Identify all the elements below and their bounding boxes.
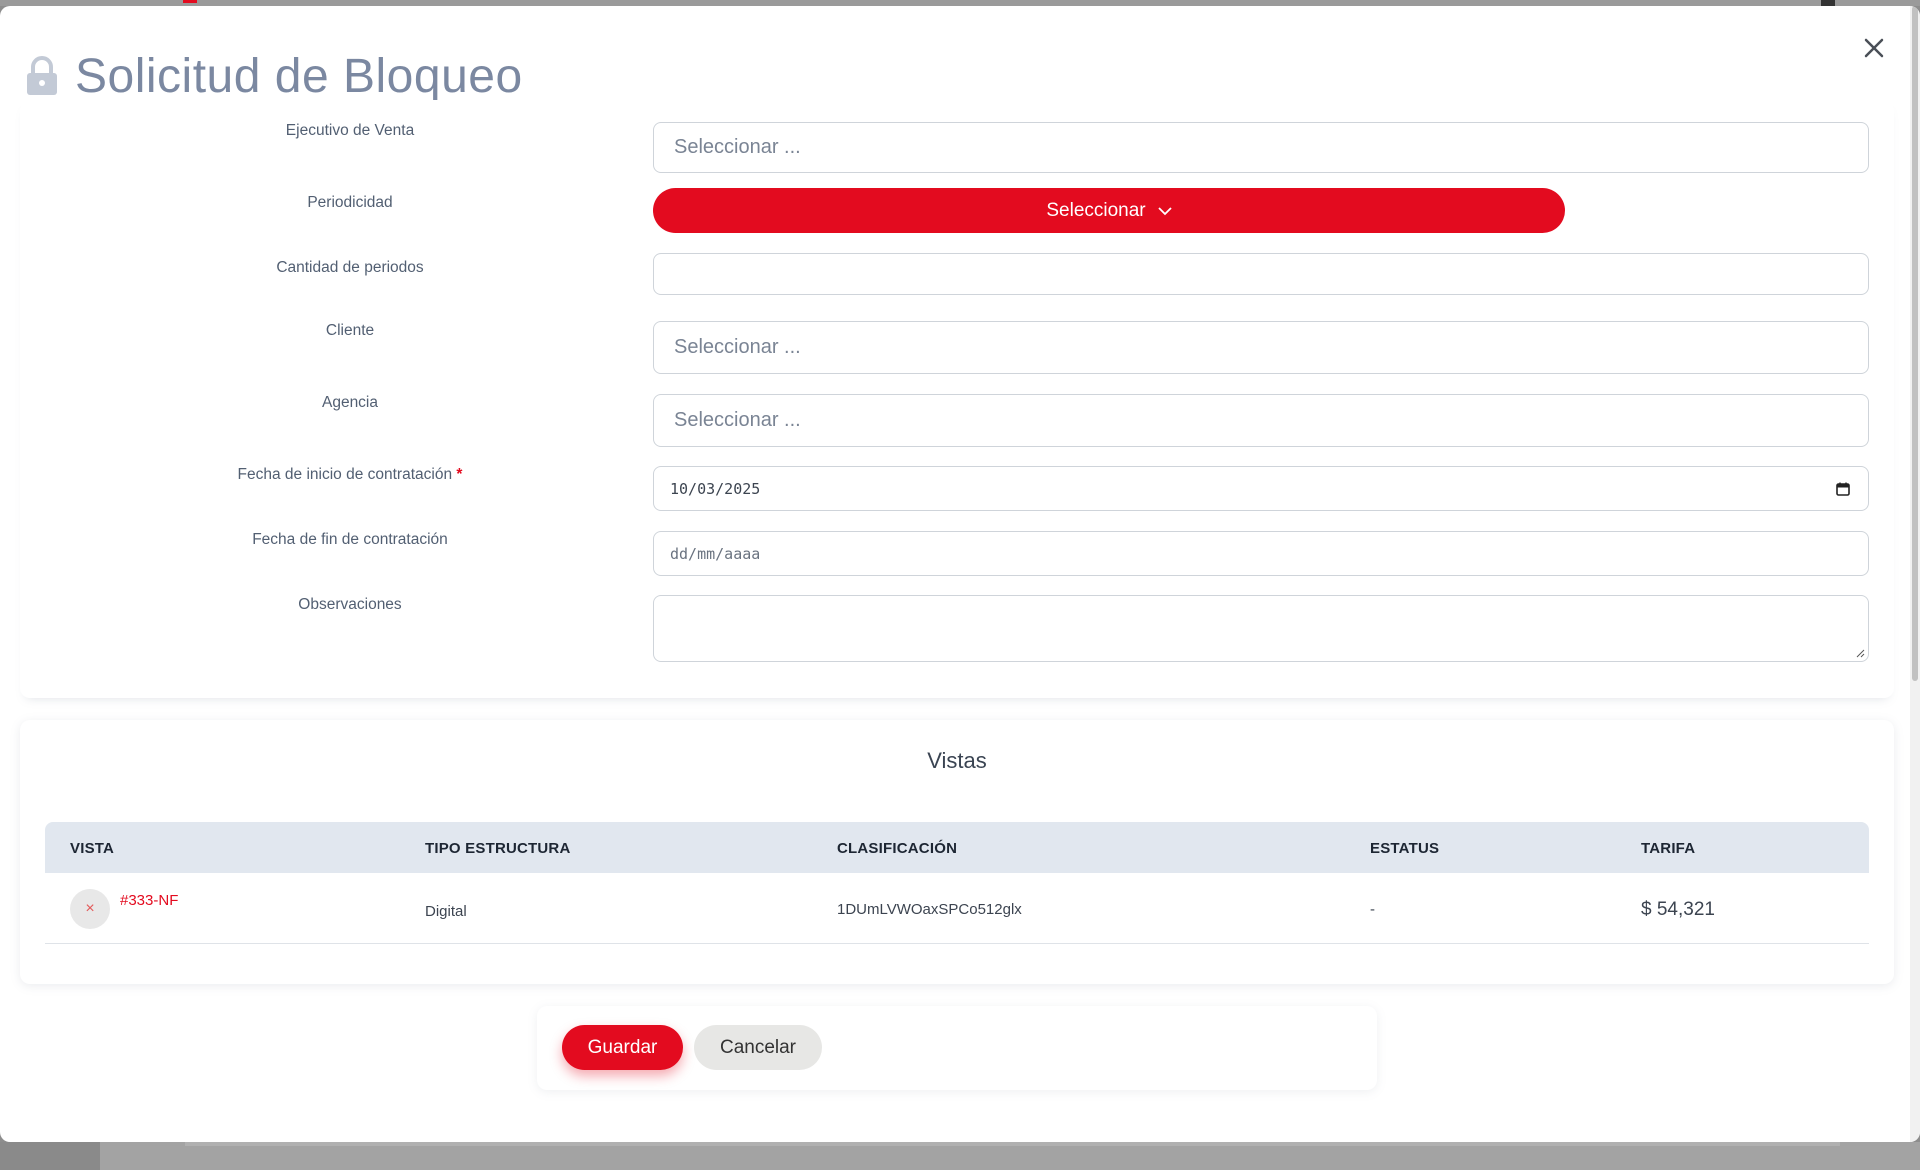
cell-tipo: Digital	[425, 903, 467, 920]
observaciones-label: Observaciones	[298, 596, 402, 613]
periodicidad-label: Periodicidad	[307, 194, 393, 211]
calendar-icon[interactable]	[1836, 482, 1850, 496]
periodicidad-button-label: Seleccionar	[1046, 199, 1146, 221]
views-card: Vistas VISTA TIPO ESTRUCTURA CLASIFICACI…	[20, 720, 1894, 984]
fecha-fin-label: Fecha de fin de contratación	[252, 531, 448, 548]
views-table: VISTA TIPO ESTRUCTURA CLASIFICACIÓN ESTA…	[45, 822, 1869, 944]
fecha-inicio-label-text: Fecha de inicio de contratación	[237, 466, 453, 483]
agencia-placeholder: Seleccionar ...	[674, 409, 801, 431]
table-header: VISTA TIPO ESTRUCTURA CLASIFICACIÓN ESTA…	[45, 822, 1869, 873]
resize-grip-icon[interactable]	[1855, 648, 1865, 658]
backdrop-bottom	[0, 1142, 1920, 1170]
table-row: × #333-NF Digital 1DUmLVWOaxSPCo512glx -…	[45, 873, 1869, 944]
close-button[interactable]	[1858, 32, 1890, 64]
cell-clasificacion: 1DUmLVWOaxSPCo512glx	[837, 901, 1022, 918]
cancel-button[interactable]: Cancelar	[694, 1025, 822, 1070]
cliente-select[interactable]: Seleccionar ...	[653, 321, 1869, 374]
cantidad-input[interactable]	[653, 253, 1869, 295]
form-card: Ejecutivo de Venta Seleccionar ... Perio…	[20, 100, 1894, 698]
column-header-estatus: ESTATUS	[1370, 840, 1440, 857]
cell-tarifa: $ 54,321	[1641, 899, 1715, 920]
cliente-placeholder: Seleccionar ...	[674, 336, 801, 358]
actions-card: Guardar Cancelar	[537, 1006, 1377, 1090]
views-title: Vistas	[927, 748, 987, 773]
fecha-inicio-value: 10/03/2025	[670, 479, 761, 498]
required-mark: *	[456, 466, 463, 483]
cliente-label: Cliente	[325, 322, 375, 339]
remove-icon[interactable]: ×	[85, 900, 94, 918]
ejecutivo-label: Ejecutivo de Venta	[285, 122, 415, 139]
column-header-tarifa: TARIFA	[1641, 840, 1696, 857]
observaciones-textarea[interactable]	[653, 595, 1869, 662]
column-header-clasificacion: CLASIFICACIÓN	[837, 840, 958, 857]
fecha-fin-placeholder: dd/mm/aaaa	[670, 544, 761, 563]
ejecutivo-select[interactable]: Seleccionar ...	[653, 122, 1869, 173]
agencia-select[interactable]: Seleccionar ...	[653, 394, 1869, 447]
cell-estatus: -	[1370, 901, 1375, 918]
agencia-label: Agencia	[321, 394, 378, 411]
periodicidad-dropdown-button[interactable]: Seleccionar	[653, 188, 1565, 233]
backdrop-inner	[185, 1142, 1840, 1146]
fecha-fin-input[interactable]: dd/mm/aaaa	[653, 531, 1869, 576]
column-header-vista: VISTA	[70, 840, 115, 857]
modal-scrollbar[interactable]	[1910, 6, 1920, 1142]
view-link[interactable]: #333-NF	[120, 892, 178, 909]
column-header-tipo: TIPO ESTRUCTURA	[425, 840, 571, 857]
modal-scrollbar-thumb[interactable]	[1912, 6, 1918, 681]
ejecutivo-placeholder: Seleccionar ...	[674, 136, 801, 158]
chevron-down-icon	[1158, 206, 1172, 215]
modal-dialog: Solicitud de Bloqueo Ejecutivo de Venta …	[0, 6, 1920, 1142]
save-button[interactable]: Guardar	[562, 1025, 683, 1070]
modal-header: Solicitud de Bloqueo	[25, 46, 523, 106]
fecha-inicio-input[interactable]: 10/03/2025	[653, 466, 1869, 511]
backdrop-panel	[100, 1142, 1920, 1170]
backdrop-mark	[183, 0, 197, 3]
cantidad-label: Cantidad de periodos	[276, 259, 424, 276]
page-title: Solicitud de Bloqueo	[75, 49, 523, 103]
remove-row-button[interactable]: ×	[70, 889, 110, 929]
fecha-inicio-label: Fecha de inicio de contratación *	[20, 466, 680, 484]
close-icon[interactable]	[1858, 32, 1890, 64]
lock-icon	[25, 55, 59, 97]
